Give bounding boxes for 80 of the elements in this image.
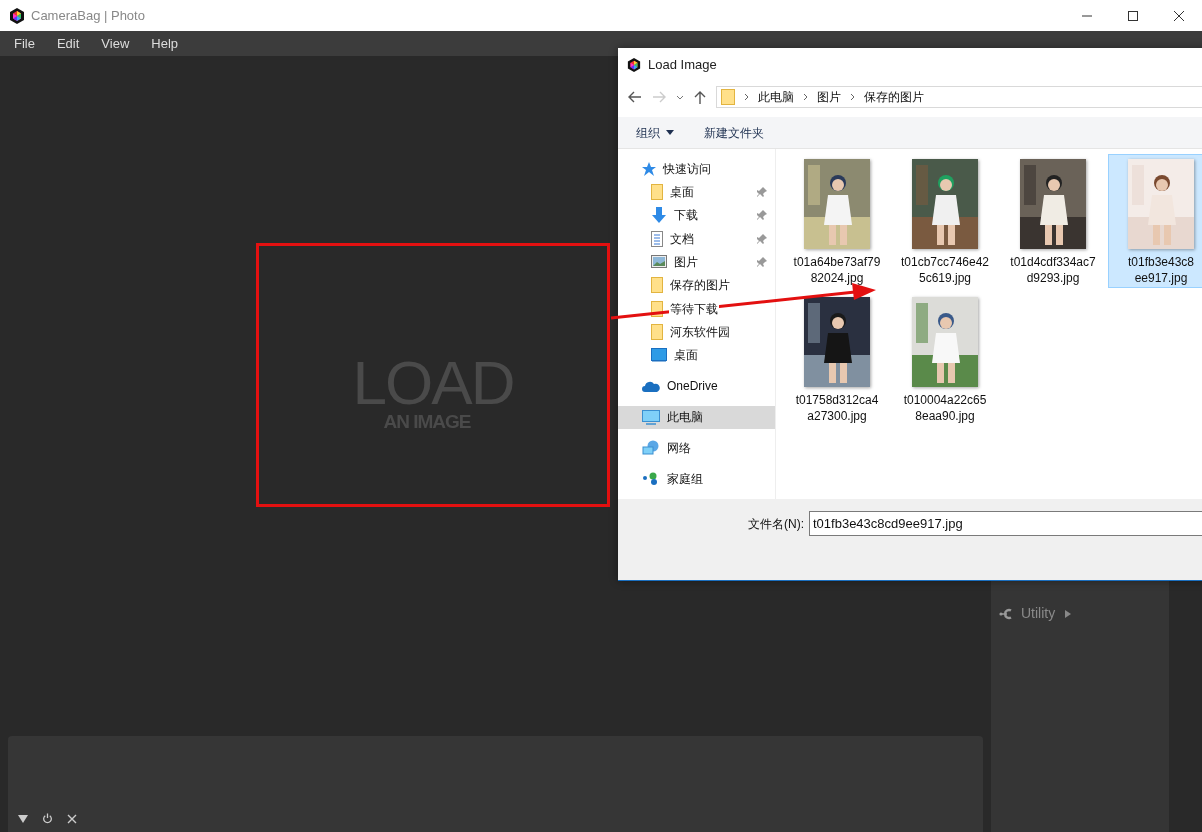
nav-item[interactable]: 河东软件园 xyxy=(618,320,775,344)
file-name: t01758d312ca4 xyxy=(795,392,879,408)
file-name: d9293.jpg xyxy=(1026,270,1080,286)
pin-icon xyxy=(757,233,767,244)
thumbnail-tile[interactable]: t01a64be73af79 82024.jpg xyxy=(784,154,890,288)
collapse-icon[interactable] xyxy=(18,814,28,824)
image-icon xyxy=(651,255,667,269)
close-icon[interactable] xyxy=(67,814,77,824)
expand-arrow-icon xyxy=(1065,609,1072,618)
folder-icon xyxy=(651,300,663,317)
nav-item[interactable]: 保存的图片 xyxy=(618,273,775,297)
chevron-right-icon xyxy=(744,93,749,101)
nav-item[interactable]: 文档 xyxy=(618,226,775,251)
utility-icon xyxy=(999,607,1013,620)
back-arrow-icon[interactable] xyxy=(628,91,642,103)
power-icon[interactable] xyxy=(42,813,53,824)
file-name: 8eaa90.jpg xyxy=(915,408,975,424)
nav-item[interactable]: OneDrive xyxy=(618,374,775,398)
thumbnail-tile[interactable]: t010004a22c65 8eaa90.jpg xyxy=(892,292,998,426)
chevron-down-icon[interactable] xyxy=(676,94,684,100)
folder-icon xyxy=(721,89,735,105)
nav-item[interactable]: 此电脑 xyxy=(618,405,775,429)
chevron-right-icon xyxy=(803,93,808,101)
nav-item[interactable]: 下载 xyxy=(618,203,775,227)
menu-bar-entry[interactable]: Edit xyxy=(56,33,80,54)
breadcrumb-item[interactable]: 保存的图片 xyxy=(864,88,924,106)
monitor-icon xyxy=(651,348,667,363)
menu-bar-entry[interactable]: File xyxy=(14,33,35,54)
nav-item[interactable]: 等待下载 xyxy=(618,296,775,321)
folder-icon xyxy=(651,183,663,200)
toolbar-button[interactable]: 组织 xyxy=(636,123,674,142)
file-name: 5c619.jpg xyxy=(918,270,971,286)
file-name: t010004a22c65 xyxy=(903,392,987,408)
computer-icon xyxy=(642,409,660,425)
nav-item[interactable]: 家庭组 xyxy=(618,467,775,492)
maximize-icon xyxy=(1128,10,1138,21)
breadcrumb-item[interactable]: 此电脑 xyxy=(758,88,794,106)
address-bar[interactable]: 此电脑 图片 保存的图片 xyxy=(716,86,1202,108)
file-name: t01fb3e43c8 xyxy=(1127,254,1195,270)
pin-icon xyxy=(757,210,767,221)
chevron-right-icon xyxy=(850,93,855,101)
file-name: t01d4cdf334ac7 xyxy=(1010,254,1096,270)
window-title: CameraBag | Photo xyxy=(31,6,145,25)
dialog-title: Load Image xyxy=(648,56,717,75)
close-icon xyxy=(1174,10,1184,21)
thumbnail-tile[interactable]: t01fb3e43c8 ee917.jpg xyxy=(1108,154,1202,288)
file-name: ee917.jpg xyxy=(1134,270,1188,286)
nav-item[interactable]: 桌面 xyxy=(618,343,775,367)
cloud-icon xyxy=(642,380,660,392)
network-icon xyxy=(642,440,660,457)
pin-icon xyxy=(757,186,767,197)
pin-icon xyxy=(757,256,767,267)
file-name: t01a64be73af79 xyxy=(793,254,881,270)
thumbnail-tile[interactable]: t01d4cdf334ac7 d9293.jpg xyxy=(1000,154,1106,288)
thumbnail-tile[interactable]: t01758d312ca4 a27300.jpg xyxy=(784,292,890,426)
nav-item[interactable]: 网络 xyxy=(618,436,775,461)
homegroup-icon xyxy=(642,472,660,487)
folder-icon xyxy=(651,277,663,294)
thumbnail-tile[interactable]: t01cb7cc746e42 5c619.jpg xyxy=(892,154,998,288)
file-name: a27300.jpg xyxy=(807,408,867,424)
menu-bar-entry[interactable]: Help xyxy=(151,33,179,54)
document-icon xyxy=(651,230,663,247)
nav-item[interactable]: 桌面 xyxy=(618,180,775,204)
nav-item[interactable]: 快速访问 xyxy=(618,157,775,181)
nav-item[interactable]: 图片 xyxy=(618,250,775,274)
panel-item[interactable]: Utility xyxy=(999,603,1072,624)
app-logo-icon xyxy=(627,58,641,72)
menu-bar-entry[interactable]: View xyxy=(101,33,130,54)
file-name: t01cb7cc746e42 xyxy=(900,254,990,270)
dropdown-caret-icon xyxy=(666,130,674,135)
app-logo-icon xyxy=(9,7,25,24)
download-arrow-icon xyxy=(651,207,667,224)
breadcrumb-item[interactable]: 图片 xyxy=(817,88,841,106)
folder-icon xyxy=(651,323,663,340)
filename-label: 文件名(N): xyxy=(748,516,804,533)
toolbar-button[interactable]: 新建文件夹 xyxy=(704,123,764,142)
up-arrow-icon[interactable] xyxy=(694,90,706,104)
star-icon xyxy=(642,161,656,176)
filename-field[interactable]: t01fb3e43c8cd9ee917.jpg xyxy=(809,511,1202,536)
file-name: 82024.jpg xyxy=(810,270,864,286)
